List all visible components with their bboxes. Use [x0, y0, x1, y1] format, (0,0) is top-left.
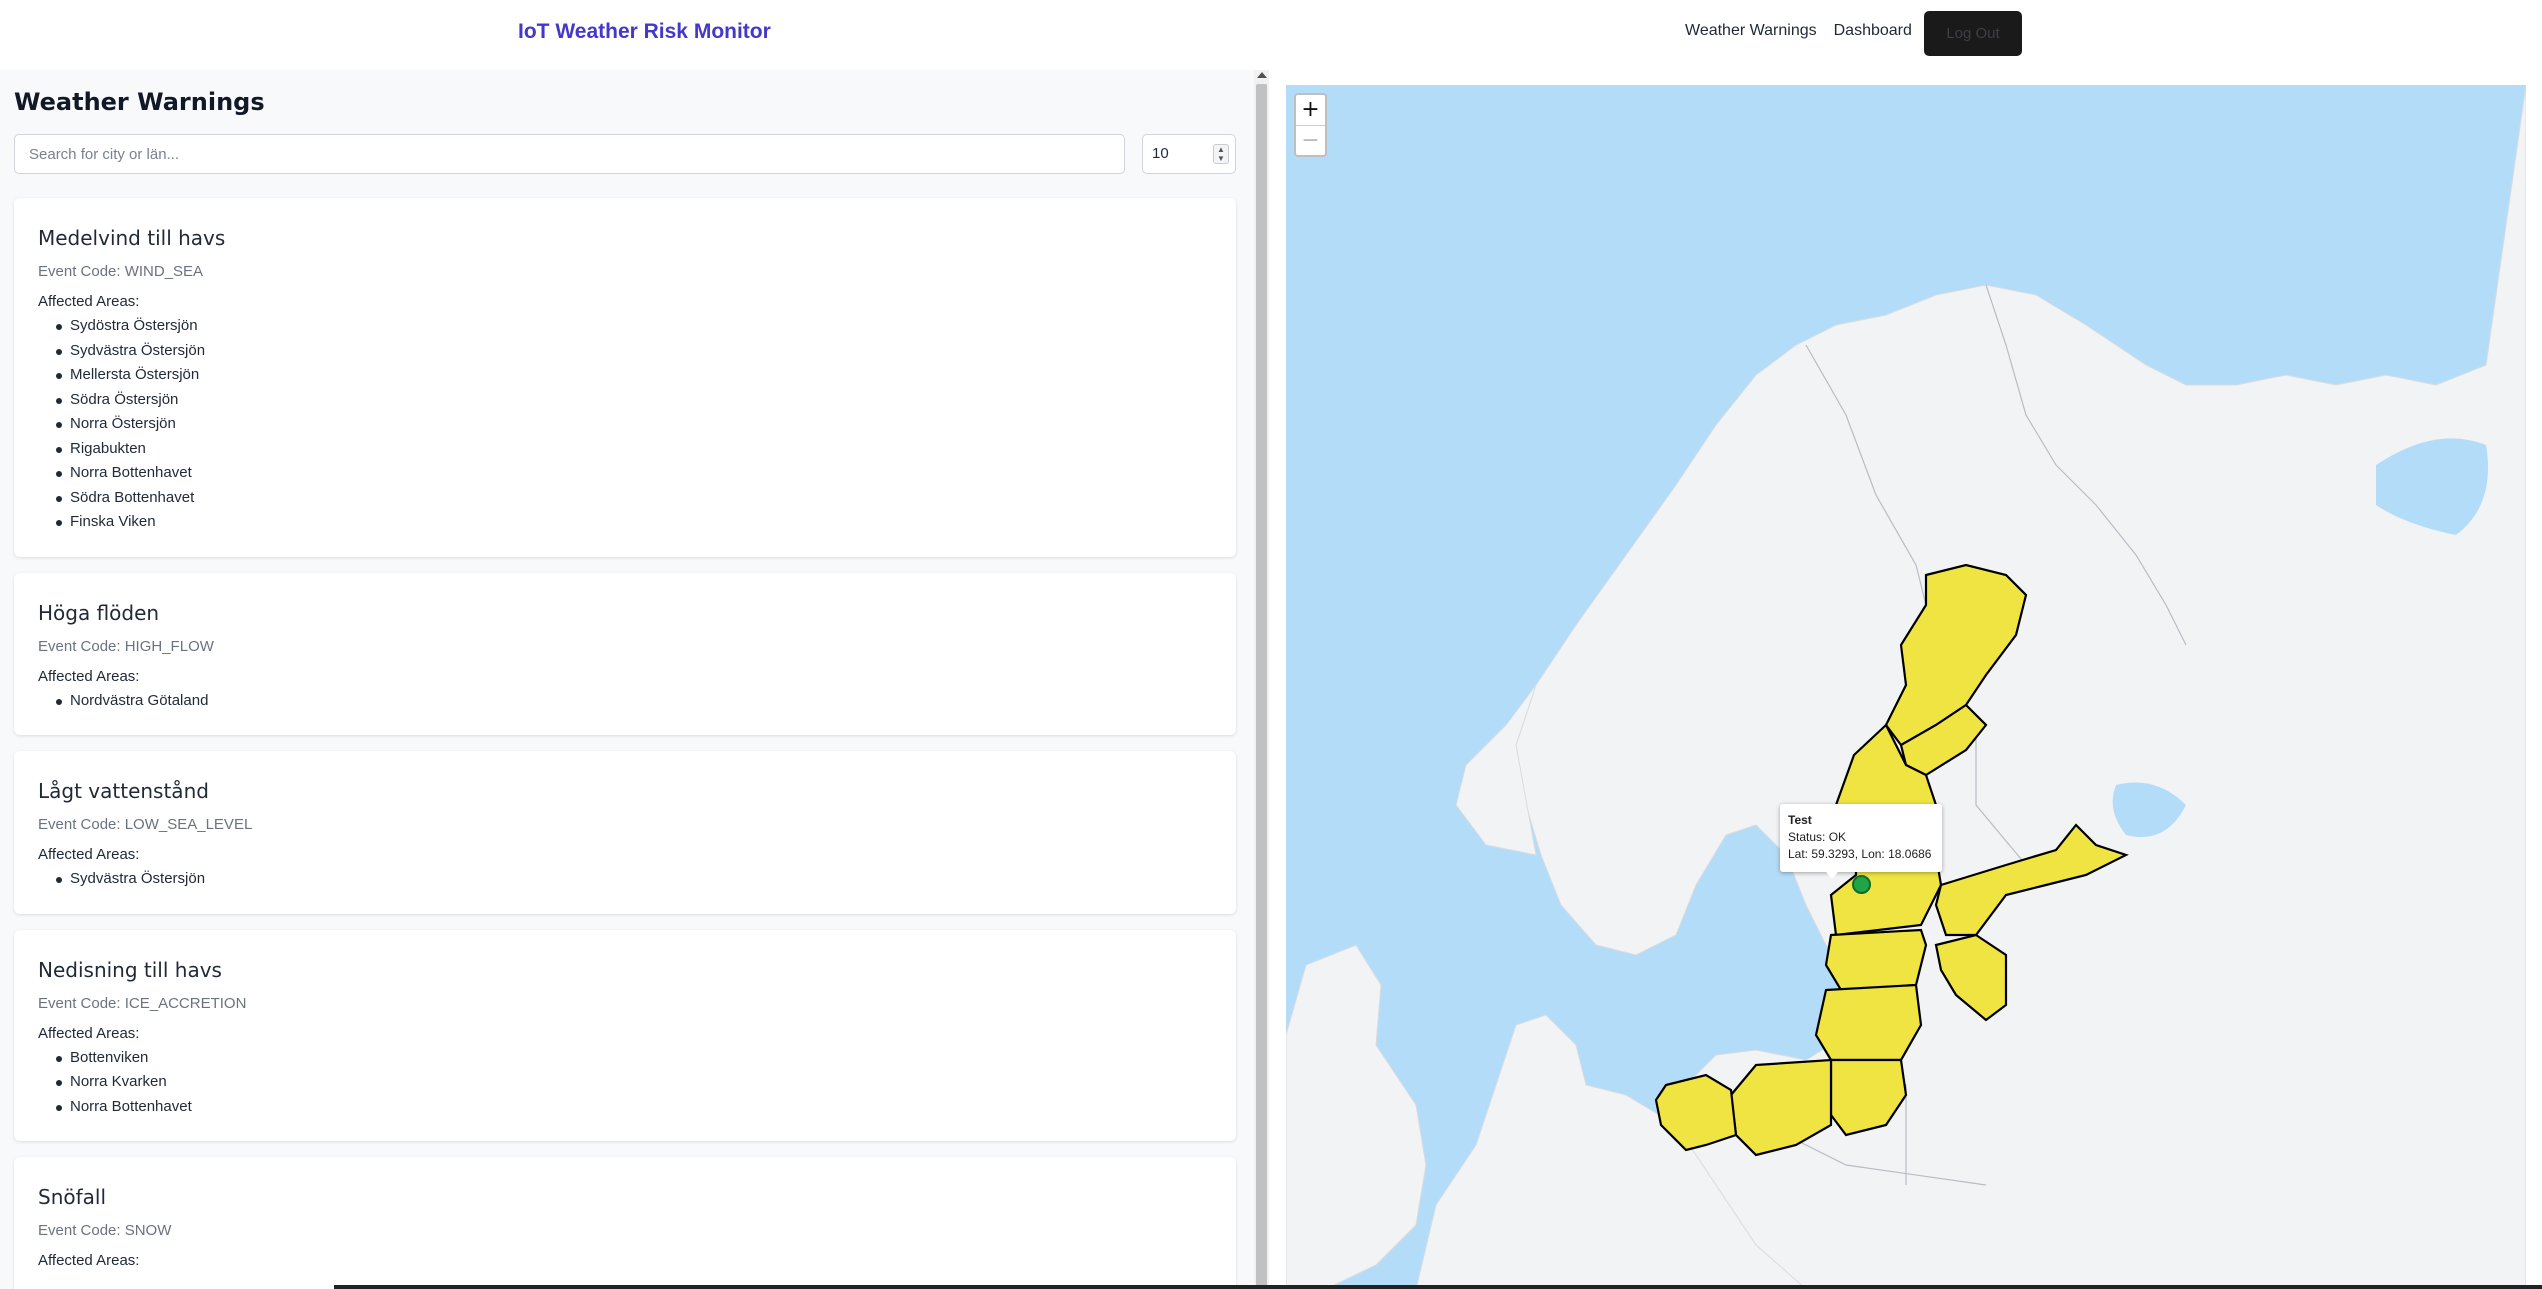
limit-number-input[interactable]: 10 ▲ ▼	[1142, 134, 1236, 174]
event-code: Event Code: LOW_SEA_LEVEL	[38, 816, 253, 833]
limit-value: 10	[1152, 145, 1169, 162]
warnings-panel: Weather Warnings 10 ▲▼ Medelvind till ha…	[0, 70, 1254, 1289]
area-item: Bottenviken	[38, 1046, 1212, 1071]
zoom-control: + −	[1294, 93, 1327, 157]
affected-areas-list: Nordvästra Götaland	[38, 689, 1212, 714]
logout-button[interactable]: Log Out	[1924, 11, 2022, 56]
warning-card: Snöfall Event Code: SNOW Affected Areas:	[14, 1157, 1236, 1289]
panel-scrollbar[interactable]	[1254, 70, 1269, 1289]
affected-areas-label: Affected Areas:	[38, 846, 140, 863]
warning-title: Höga flöden	[38, 600, 160, 625]
area-item: Norra Bottenhavet	[38, 461, 1212, 486]
area-item: Södra Bottenhavet	[38, 486, 1212, 511]
warning-title: Nedisning till havs	[38, 957, 222, 982]
area-item: Sydvästra Östersjön	[38, 339, 1212, 364]
event-code: Event Code: ICE_ACCRETION	[38, 994, 247, 1012]
popup-title: Test	[1788, 813, 1812, 827]
area-item: Rigabukten	[38, 437, 1212, 462]
scrollbar-thumb[interactable]	[1256, 84, 1267, 1289]
top-navbar: IoT Weather Risk Monitor Weather Warning…	[0, 0, 2542, 70]
warning-card: Nedisning till havs Event Code: ICE_ACCR…	[14, 929, 1236, 1141]
warning-norra-ostersjon	[1824, 928, 1928, 992]
event-code: Event Code: WIND_SEA	[38, 263, 204, 280]
bottom-border	[334, 1285, 2542, 1289]
affected-areas-list: Sydvästra Östersjön	[38, 867, 1212, 892]
warning-mellersta-ostersjon	[1814, 983, 1923, 1062]
nav-links: Weather Warnings Dashboard	[1685, 22, 1929, 40]
area-item: Norra Östersjön	[38, 412, 1212, 437]
area-item: Södra Östersjön	[38, 388, 1212, 413]
warning-list: Medelvind till havs Event Code: WIND_SEA…	[14, 198, 1236, 1289]
area-item: Nordvästra Götaland	[38, 689, 1212, 714]
area-item: Norra Kvarken	[38, 1070, 1212, 1095]
warning-title: Snöfall	[38, 1185, 107, 1209]
warning-card: Medelvind till havs Event Code: WIND_SEA…	[14, 198, 1236, 557]
device-marker-icon[interactable]	[1852, 875, 1871, 894]
area-item: Sydvästra Östersjön	[38, 867, 1212, 892]
zoom-in-button[interactable]: +	[1296, 95, 1325, 125]
map-canvas	[1286, 85, 2526, 1289]
zoom-out-button[interactable]: −	[1296, 125, 1325, 155]
affected-areas-label: Affected Areas:	[38, 1024, 140, 1042]
warning-card: Lågt vattenstånd Event Code: LOW_SEA_LEV…	[14, 751, 1236, 914]
affected-areas-label: Affected Areas:	[38, 293, 140, 310]
app-brand[interactable]: IoT Weather Risk Monitor	[518, 20, 771, 44]
warning-map[interactable]: + − Test Status: OK Lat: 59.3293, Lon: 1…	[1286, 85, 2526, 1289]
warning-card: Höga flöden Event Code: HIGH_FLOW Affect…	[14, 572, 1236, 735]
nav-weather-warnings[interactable]: Weather Warnings	[1685, 22, 1817, 40]
number-spinner-icon[interactable]: ▲ ▼	[1213, 144, 1229, 164]
event-code: Event Code: SNOW	[38, 1222, 172, 1239]
land-britain	[1286, 944, 1427, 1289]
nav-dashboard[interactable]: Dashboard	[1834, 22, 1912, 40]
area-item: Mellersta Östersjön	[38, 363, 1212, 388]
search-input[interactable]	[14, 134, 1125, 174]
popup-coords: Lat: 59.3293, Lon: 18.0686	[1788, 847, 1932, 861]
popup-tip-icon	[1826, 872, 1838, 879]
area-item: Norra Bottenhavet	[38, 1095, 1212, 1120]
scroll-up-arrow-icon[interactable]	[1257, 72, 1267, 78]
affected-areas-label: Affected Areas:	[38, 667, 140, 685]
page-title: Weather Warnings	[14, 88, 265, 116]
device-popup: Test Status: OK Lat: 59.3293, Lon: 18.06…	[1780, 804, 1942, 872]
warning-title: Lågt vattenstånd	[38, 779, 209, 803]
affected-areas-list: Sydöstra Östersjön Sydvästra Östersjön M…	[38, 314, 1212, 535]
area-item: Finska Viken	[38, 510, 1212, 535]
affected-areas-label: Affected Areas:	[38, 1252, 140, 1269]
area-item: Sydöstra Östersjön	[38, 314, 1212, 339]
popup-status: Status: OK	[1788, 830, 1847, 844]
warning-title: Medelvind till havs	[38, 226, 226, 250]
affected-areas-list: Bottenviken Norra Kvarken Norra Bottenha…	[38, 1046, 1212, 1120]
event-code: Event Code: HIGH_FLOW	[38, 637, 214, 655]
